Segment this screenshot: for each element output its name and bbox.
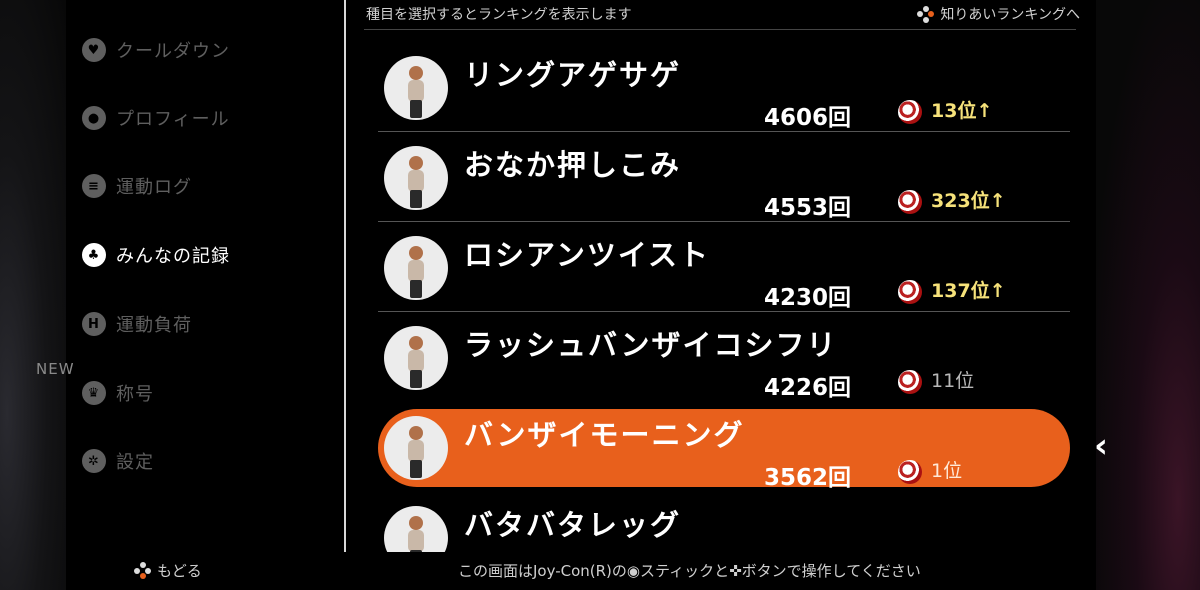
sidebar-item-4[interactable]: H 運動負荷 xyxy=(82,306,192,342)
header-divider xyxy=(364,29,1076,30)
exercise-row[interactable]: ロシアンツイスト 4230回 137位↑ xyxy=(378,224,1070,312)
exercise-list[interactable]: リングアゲサゲ 4606回 13位↑ おなか押しこみ 4553回 323位↑ ロシアンツイス… xyxy=(378,44,1070,554)
chevron-left-icon[interactable]: ‹ xyxy=(1086,428,1116,464)
sidebar-item-label: 運動負荷 xyxy=(116,315,192,336)
list-icon: ≡ xyxy=(82,174,106,198)
sidebar-item-label: みんなの記録 xyxy=(116,246,230,267)
ranking-value: 11位 xyxy=(931,370,975,392)
back-button[interactable]: もどる xyxy=(134,560,202,581)
controls-hint: この画面はJoy-Con(R)の◉スティックと✜ボタンで操作してください xyxy=(458,562,921,580)
sidebar-item-label: 称号 xyxy=(116,384,154,405)
exercise-count: 4226回 xyxy=(764,375,852,401)
background-right xyxy=(1090,0,1200,590)
exercise-thumbnail xyxy=(384,146,448,210)
sidebar-item-label: 設定 xyxy=(116,452,154,473)
ranking-medal-icon xyxy=(898,460,922,484)
exercise-name: バンザイモーニング xyxy=(464,418,745,452)
people-icon: ♣ xyxy=(82,243,106,267)
cooldown-icon: ♥ xyxy=(82,38,106,62)
dpad-icon xyxy=(917,5,935,23)
rank-up-arrow-icon: ↑ xyxy=(989,190,1006,212)
exercise-thumbnail xyxy=(384,236,448,300)
list-instruction: 種目を選択するとランキングを表示します xyxy=(366,7,632,23)
dpad-icon xyxy=(134,562,151,579)
exercise-name: ロシアンツイスト xyxy=(464,238,710,272)
rank-up-arrow-icon: ↑ xyxy=(989,280,1006,302)
ranking-value: 323位 xyxy=(931,190,990,212)
sidebar-item-3[interactable]: ♣ みんなの記録 xyxy=(82,237,230,273)
ranking-medal-icon xyxy=(898,190,922,214)
friend-ranking-label: 知りあいランキングへ xyxy=(940,7,1080,23)
exercise-row[interactable]: おなか押しこみ 4553回 323位↑ xyxy=(378,134,1070,222)
records-panel: NEW ♥ クールダウン ● プロフィール ≡ 運動ログ ♣ みんなの記録 H 運動負荷 ♛ 称号 ✲ 設… xyxy=(36,0,1096,590)
ranking-position: 1位 xyxy=(931,456,962,483)
exercise-row[interactable]: ラッシュバンザイコシフリ 4226回 11位 xyxy=(378,314,1070,402)
exercise-name: おなか押しこみ xyxy=(464,148,682,182)
gear-icon: ✲ xyxy=(82,449,106,473)
sidebar-item-2[interactable]: ≡ 運動ログ xyxy=(82,168,192,204)
footer-bar: もどる この画面はJoy-Con(R)の◉スティックと✜ボタンで操作してください xyxy=(66,552,1096,590)
sidebar-item-1[interactable]: ● プロフィール xyxy=(82,100,230,136)
exercise-count: 3562回 xyxy=(764,465,852,491)
sidebar: NEW ♥ クールダウン ● プロフィール ≡ 運動ログ ♣ みんなの記録 H 運動負荷 ♛ 称号 ✲ 設… xyxy=(36,0,346,550)
sidebar-item-label: クールダウン xyxy=(116,41,230,62)
profile-icon: ● xyxy=(82,106,106,130)
load-icon: H xyxy=(82,312,106,336)
ranking-position: 323位↑ xyxy=(931,186,1006,213)
exercise-thumbnail xyxy=(384,326,448,390)
ranking-position: 11位 xyxy=(931,366,974,393)
ranking-value: 137位 xyxy=(931,280,990,302)
exercise-count: 4606回 xyxy=(764,105,852,131)
sidebar-item-0[interactable]: ♥ クールダウン xyxy=(82,32,230,68)
exercise-thumbnail xyxy=(384,506,448,554)
exercise-name: ラッシュバンザイコシフリ xyxy=(464,328,838,362)
sidebar-item-label: プロフィール xyxy=(116,109,230,130)
ranking-medal-icon xyxy=(898,370,922,394)
exercise-name: リングアゲサゲ xyxy=(464,58,682,92)
row-divider xyxy=(378,311,1070,312)
exercise-thumbnail xyxy=(384,416,448,480)
exercise-row[interactable]: リングアゲサゲ 4606回 13位↑ xyxy=(378,44,1070,132)
trophy-icon: ♛ xyxy=(82,381,106,405)
sidebar-divider xyxy=(344,0,346,552)
sidebar-item-5[interactable]: ♛ 称号 xyxy=(82,375,154,411)
exercise-row[interactable]: バタバタレッグ xyxy=(378,494,1070,554)
friend-ranking-link[interactable]: 知りあいランキングへ xyxy=(917,4,1080,24)
ranking-position: 137位↑ xyxy=(931,276,1006,303)
sidebar-item-6[interactable]: ✲ 設定 xyxy=(82,443,154,479)
new-badge: NEW xyxy=(36,360,75,378)
ranking-position: 13位↑ xyxy=(931,96,992,123)
row-divider xyxy=(378,221,1070,222)
exercise-name: バタバタレッグ xyxy=(464,508,682,542)
exercise-count: 4230回 xyxy=(764,285,852,311)
sidebar-item-label: 運動ログ xyxy=(116,177,192,198)
back-label: もどる xyxy=(157,562,202,580)
row-divider xyxy=(378,131,1070,132)
exercise-count: 4553回 xyxy=(764,195,852,221)
ranking-value: 13位 xyxy=(931,100,977,122)
ranking-medal-icon xyxy=(898,280,922,304)
exercise-row[interactable]: バンザイモーニング 3562回 1位 xyxy=(378,404,1070,492)
exercise-thumbnail xyxy=(384,56,448,120)
rank-up-arrow-icon: ↑ xyxy=(976,100,993,122)
background-left xyxy=(0,0,70,590)
ranking-medal-icon xyxy=(898,100,922,124)
ranking-value: 1位 xyxy=(931,460,963,482)
